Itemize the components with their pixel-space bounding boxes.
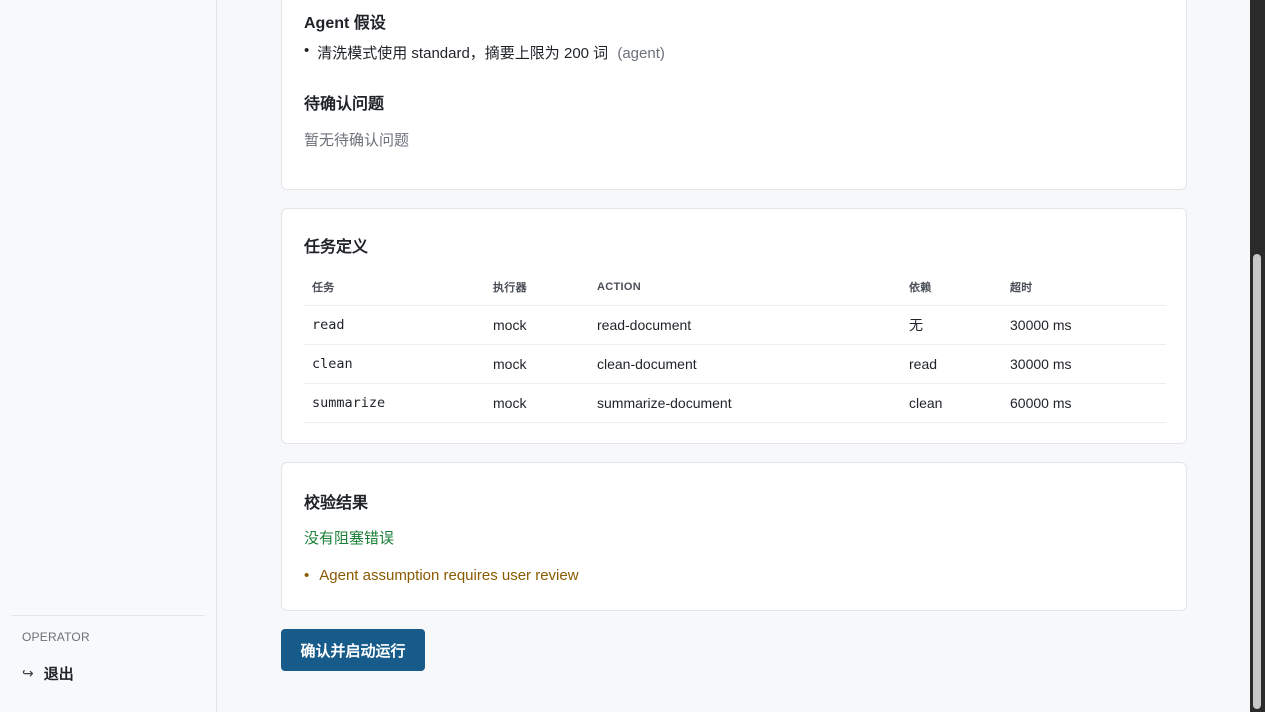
assumptions-title: Agent 假设 [304,15,386,32]
task-action: clean-document [589,344,901,384]
validation-ok-message: 没有阻塞错误 [304,530,395,547]
table-row: summarize mock summarize-document clean … [304,383,1166,423]
task-executor: mock [485,383,589,423]
validation-title: 校验结果 [304,495,369,512]
task-executor: mock [485,344,589,384]
tasks-table: 任务 执行器 ACTION 依赖 超时 read mock read-docum… [304,269,1166,423]
logout-label: 退出 [43,666,74,683]
assumptions-card: Agent 假设 • 清洗模式使用 standard，摘要上限为 200 词 (… [281,0,1187,190]
pending-questions-empty: 暂无待确认问题 [304,132,410,149]
task-dependency: clean [901,383,1002,423]
sidebar: OPERATOR ↪ 退出 [0,0,217,712]
task-executor: mock [485,305,589,345]
assumption-item: • 清洗模式使用 standard，摘要上限为 200 词 (agent) [304,42,665,63]
column-header-timeout: 超时 [1002,269,1166,306]
table-row: read mock read-document 无 30000 ms [304,305,1166,345]
logout-button[interactable]: ↪ 退出 [22,663,74,684]
task-timeout: 30000 ms [1002,305,1166,345]
pending-questions-title: 待确认问题 [304,96,385,113]
task-action: summarize-document [589,383,901,423]
scrollbar-thumb[interactable] [1253,254,1261,709]
task-id: summarize [304,383,485,423]
task-dependency: 无 [901,305,1002,345]
column-header-task: 任务 [304,269,485,306]
user-role-label: OPERATOR [22,630,90,644]
main-content: Agent 假设 • 清洗模式使用 standard，摘要上限为 200 词 (… [217,0,1250,712]
column-header-dependency: 依赖 [901,269,1002,306]
validation-warning-item: • Agent assumption requires user review [304,567,579,584]
validation-warning-text: Agent assumption requires user review [319,567,579,584]
task-action: read-document [589,305,901,345]
task-id: clean [304,344,485,384]
table-row: clean mock clean-document read 30000 ms [304,344,1166,384]
assumption-source: (agent) [617,45,665,62]
bullet: • [304,567,310,584]
app: OPERATOR ↪ 退出 Agent 假设 • 清洗模式使用 standard… [0,0,1265,712]
sidebar-divider [11,615,205,616]
task-id: read [304,305,485,345]
task-timeout: 60000 ms [1002,383,1166,423]
logout-icon: ↪ [22,665,34,681]
tasks-card: 任务定义 任务 执行器 ACTION 依赖 超时 read mock read-… [281,208,1187,444]
column-header-executor: 执行器 [485,269,589,306]
tasks-title: 任务定义 [304,239,369,256]
column-header-action: ACTION [589,269,901,306]
table-header-row: 任务 执行器 ACTION 依赖 超时 [304,269,1166,306]
validation-card: 校验结果 没有阻塞错误 • Agent assumption requires … [281,462,1187,611]
task-timeout: 30000 ms [1002,344,1166,384]
assumption-text: 清洗模式使用 standard，摘要上限为 200 词 [317,45,609,62]
task-dependency: read [901,344,1002,384]
confirm-and-start-button[interactable]: 确认并启动运行 [281,629,425,671]
bullet: • [304,42,310,59]
